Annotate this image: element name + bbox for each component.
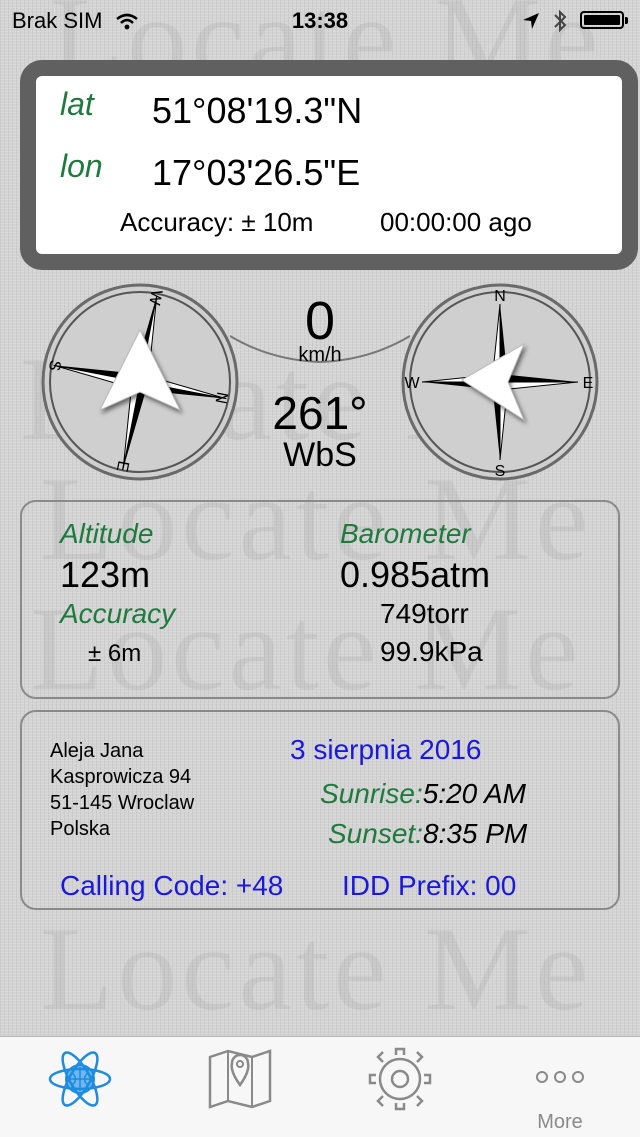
barometer-atm: 0.985atm (340, 554, 491, 595)
tab-bar: More (0, 1036, 640, 1137)
atom-icon (48, 1051, 112, 1107)
address-line: Polska (50, 818, 111, 840)
address-line: Aleja Jana (50, 740, 144, 762)
compass-section: 0 km/h 261° WbS N S E W N S E W (0, 280, 640, 481)
lat-label: lat (60, 86, 94, 122)
idd-prefix: IDD Prefix: 00 (342, 870, 517, 901)
address-line: 51-145 Wroclaw (50, 792, 195, 814)
sunrise-value: 5:20 AM (422, 778, 526, 809)
heading-degrees: 261° (272, 387, 368, 439)
address-panel: Aleja Jana Kasprowicza 94 51-145 Wroclaw… (20, 710, 620, 910)
calling-code: Calling Code: +48 (60, 870, 284, 901)
address-line: Kasprowicza 94 (50, 766, 192, 788)
right-rose-e: E (583, 375, 594, 392)
heading-direction: WbS (283, 436, 357, 474)
right-rose-n: N (494, 288, 506, 305)
fix-age: 00:00:00 ago (380, 207, 532, 237)
tab-more-label: More (537, 1111, 583, 1133)
altitude-barometer-panel: Altitude 123m Accuracy ± 6m Barometer 0.… (20, 500, 620, 699)
lon-label: lon (60, 148, 103, 184)
altitude-label: Altitude (60, 518, 154, 549)
sunset-label: Sunset: (328, 818, 423, 849)
accuracy-label: Accuracy (60, 598, 176, 629)
right-rose-w: W (404, 375, 420, 392)
altitude-accuracy-value: ± 6m (88, 640, 142, 667)
right-rose-s: S (495, 463, 506, 480)
map-pin-icon (208, 1049, 272, 1109)
lon-value: 17°03'26.5"E (152, 152, 361, 193)
sunset-value: 8:35 PM (422, 818, 528, 849)
speed-value: 0 (304, 291, 336, 351)
tab-locate[interactable] (0, 1037, 160, 1137)
bluetooth-icon (554, 9, 567, 33)
tab-settings[interactable] (320, 1037, 480, 1137)
watermark-5: Locate Me (40, 902, 593, 1035)
coordinates-accuracy: Accuracy: ± 10m (120, 207, 314, 237)
coordinates-panel: lat 51°08'19.3"N lon 17°03'26.5"E Accura… (20, 60, 638, 270)
current-date: 3 sierpnia 2016 (290, 734, 482, 765)
gear-icon (368, 1047, 432, 1111)
location-arrow-icon (523, 13, 539, 29)
status-bar: Brak SIM 13:38 (0, 0, 640, 40)
tab-more[interactable]: More (480, 1037, 640, 1137)
more-icon (536, 1071, 584, 1083)
barometer-label: Barometer (340, 518, 471, 549)
speed-unit: km/h (298, 344, 342, 366)
lat-value: 51°08'19.3"N (152, 90, 363, 131)
tab-map[interactable] (160, 1037, 320, 1137)
clock: 13:38 (291, 8, 349, 33)
altitude-value: 123m (60, 554, 151, 595)
compass-rose-right: N S E W (401, 283, 599, 481)
barometer-torr: 749torr (380, 598, 469, 629)
barometer-kpa: 99.9kPa (380, 636, 483, 667)
sunrise-row: Sunrise:5:20 AM (320, 778, 526, 810)
battery-icon (580, 11, 628, 29)
compass-rose-left: N S E W (41, 283, 239, 481)
sunrise-label: Sunrise: (320, 778, 423, 809)
sunset-row: Sunset:8:35 PM (328, 818, 527, 850)
